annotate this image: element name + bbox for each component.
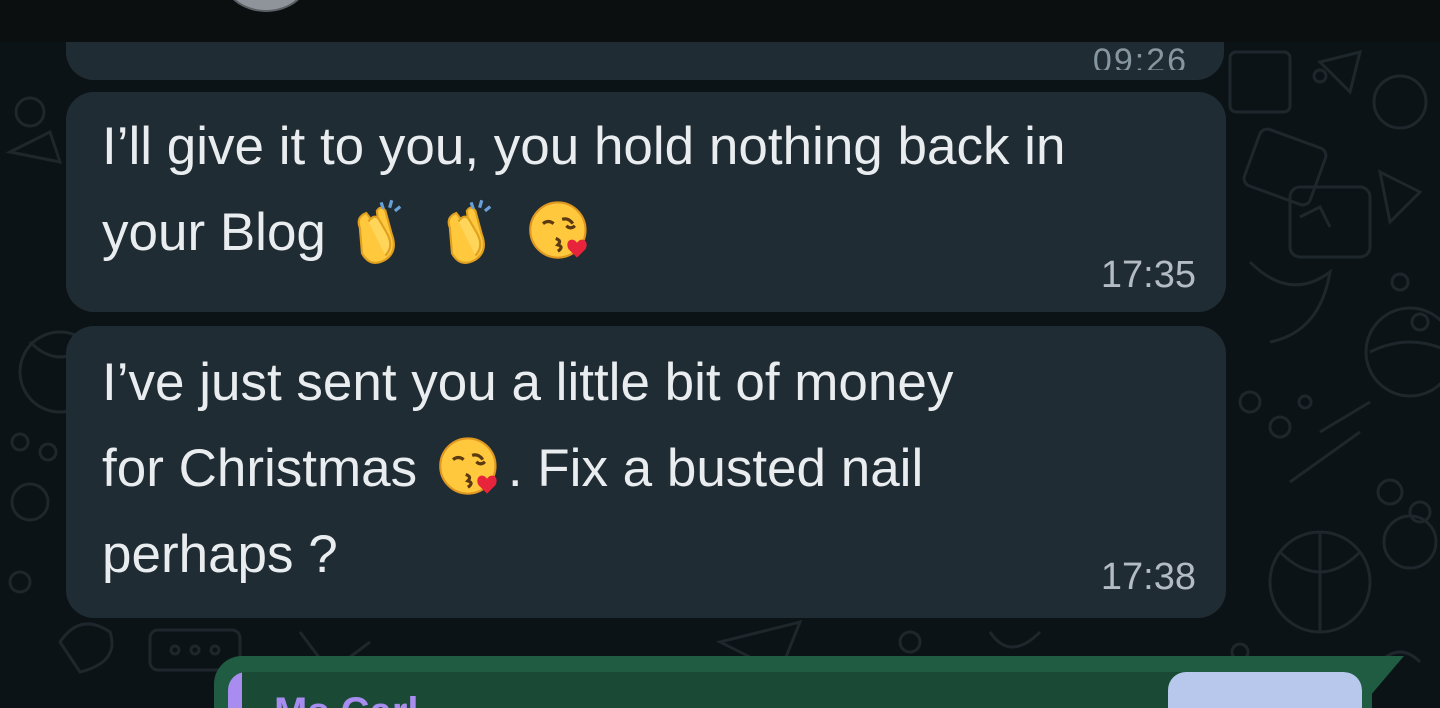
quoted-author: Ms Carl... (274, 690, 452, 708)
message-line: perhaps ? (102, 525, 338, 584)
quote-accent-bar (228, 672, 242, 708)
face-blowing-kiss-emoji-icon (529, 201, 587, 259)
chat-header[interactable] (0, 0, 1440, 42)
incoming-message-bubble[interactable]: I’ve just sent you a little bit of money… (66, 326, 1226, 618)
message-text: I’ll give it to you, you hold nothing ba… (102, 104, 1212, 276)
outgoing-bubble-tail (1370, 656, 1404, 696)
incoming-message-bubble[interactable]: I’ll give it to you, you hold nothing ba… (66, 92, 1226, 312)
clapping-hands-emoji-icon (357, 199, 401, 264)
quoted-image-thumbnail[interactable] (1168, 672, 1362, 708)
message-line: I’ll give it to you, you hold nothing ba… (102, 117, 1066, 176)
clapping-hands-emoji-icon (447, 199, 492, 264)
chat-screen: 09:26 I’ll give it to you, you hold noth… (0, 0, 1440, 708)
message-line: I’ve just sent you a little bit of money (102, 353, 954, 412)
contact-avatar[interactable] (222, 0, 310, 12)
message-timestamp: 17:35 (1100, 254, 1196, 296)
message-line: your Blog (102, 190, 1212, 276)
message-text: I’ve just sent you a little bit of money… (102, 340, 1212, 598)
message-line-text: for Christmas (102, 439, 418, 498)
quoted-message[interactable]: Ms Carl... (228, 672, 1362, 708)
message-timestamp: 17:38 (1100, 556, 1196, 598)
message-line-text: . Fix a busted nail (507, 439, 924, 498)
face-blowing-kiss-emoji-icon (439, 437, 497, 495)
message-timestamp: 09:26 (1092, 44, 1188, 70)
message-line-text: your Blog (102, 203, 326, 262)
message-line: for Christmas . Fix a busted nail (102, 426, 1212, 512)
